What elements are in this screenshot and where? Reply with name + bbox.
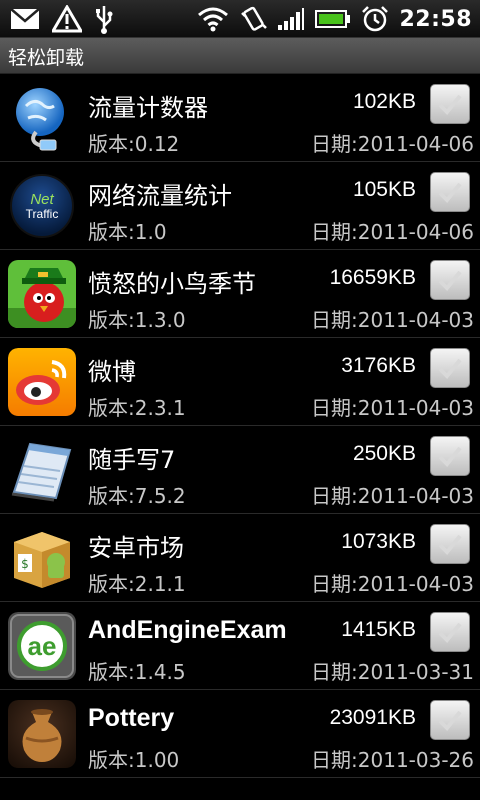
app-size: 105KB bbox=[352, 178, 416, 201]
svg-text:ae: ae bbox=[28, 631, 57, 661]
select-checkbox[interactable] bbox=[430, 524, 470, 564]
usb-icon bbox=[94, 4, 114, 34]
checkmark-icon bbox=[438, 622, 462, 643]
select-checkbox[interactable] bbox=[430, 436, 470, 476]
app-size: 3176KB bbox=[341, 354, 416, 377]
clock: 22:58 bbox=[399, 6, 472, 32]
page-title: 轻松卸载 bbox=[8, 47, 85, 69]
alarm-icon bbox=[361, 4, 389, 34]
checkmark-icon bbox=[438, 446, 462, 467]
app-date: 日期:2011-04-03 bbox=[311, 572, 474, 596]
globe-cable-icon bbox=[8, 84, 76, 152]
vibrate-icon bbox=[239, 4, 268, 34]
app-size: 102KB bbox=[352, 90, 416, 113]
app-version: 版本:0.12 bbox=[88, 132, 180, 156]
app-date: 日期:2011-04-06 bbox=[311, 220, 474, 244]
app-date: 日期:2011-04-06 bbox=[311, 132, 474, 156]
app-version: 版本:7.5.2 bbox=[88, 484, 186, 508]
svg-text:Net: Net bbox=[30, 191, 54, 208]
list-item[interactable]: 愤怒的小鸟季节 16659KB 版本:1.3.0 日期:2011-04-03 bbox=[0, 250, 480, 338]
svg-text:$: $ bbox=[21, 557, 29, 571]
checkmark-icon bbox=[438, 534, 462, 555]
app-name: 愤怒的小鸟季节 bbox=[88, 270, 256, 298]
select-checkbox[interactable] bbox=[430, 172, 470, 212]
app-size: 23091KB bbox=[329, 706, 416, 729]
list-item[interactable]: Net Traffic 网络流量统计 105KB 版本:1.0 日期:2011-… bbox=[0, 162, 480, 250]
list-item[interactable]: $ 安卓市场 1073KB 版本:2.1.1 日期:2011-04-03 bbox=[0, 514, 480, 602]
app-size: 1415KB bbox=[341, 618, 416, 641]
app-list[interactable]: 流量计数器 102KB 版本:0.12 日期:2011-04-06 Net Tr… bbox=[0, 74, 480, 800]
angry-bird-icon bbox=[8, 260, 76, 328]
app-version: 版本:1.3.0 bbox=[88, 308, 186, 332]
app-version: 版本:2.3.1 bbox=[88, 396, 186, 420]
app-size: 16659KB bbox=[329, 266, 416, 289]
app-version: 版本:1.0 bbox=[88, 220, 167, 244]
svg-text:Traffic: Traffic bbox=[26, 207, 59, 221]
checkmark-icon bbox=[438, 710, 462, 731]
title-bar: 轻松卸载 bbox=[0, 38, 480, 74]
app-name: 微博 bbox=[88, 358, 136, 386]
app-version: 版本:1.4.5 bbox=[88, 660, 186, 684]
list-item[interactable]: 微博 3176KB 版本:2.3.1 日期:2011-04-03 bbox=[0, 338, 480, 426]
app-size: 250KB bbox=[352, 442, 416, 465]
app-version: 版本:2.1.1 bbox=[88, 572, 186, 596]
market-box-icon: $ bbox=[8, 524, 76, 592]
notepad-icon bbox=[8, 436, 76, 504]
list-item[interactable]: ae AndEngineExam 1415KB 版本:1.4.5 日期:2011… bbox=[0, 602, 480, 690]
mail-icon bbox=[10, 4, 40, 34]
select-checkbox[interactable] bbox=[430, 84, 470, 124]
status-bar: 22:58 bbox=[0, 0, 480, 38]
weibo-icon bbox=[8, 348, 76, 416]
app-name: 安卓市场 bbox=[88, 534, 184, 562]
select-checkbox[interactable] bbox=[430, 612, 470, 652]
select-checkbox[interactable] bbox=[430, 348, 470, 388]
battery-icon bbox=[315, 4, 351, 34]
app-version: 版本:1.00 bbox=[88, 748, 180, 772]
app-name: Pottery bbox=[88, 704, 175, 732]
app-name: AndEngineExam bbox=[88, 616, 287, 644]
list-item[interactable]: 随手写7 250KB 版本:7.5.2 日期:2011-04-03 bbox=[0, 426, 480, 514]
list-item[interactable]: Pottery 23091KB 版本:1.00 日期:2011-03-26 bbox=[0, 690, 480, 778]
app-name: 流量计数器 bbox=[88, 94, 208, 122]
app-date: 日期:2011-03-26 bbox=[311, 748, 474, 772]
app-date: 日期:2011-04-03 bbox=[311, 396, 474, 420]
select-checkbox[interactable] bbox=[430, 260, 470, 300]
checkmark-icon bbox=[438, 94, 462, 115]
list-item[interactable]: 流量计数器 102KB 版本:0.12 日期:2011-04-06 bbox=[0, 74, 480, 162]
app-date: 日期:2011-03-31 bbox=[311, 660, 474, 684]
wifi-icon bbox=[197, 4, 229, 34]
andengine-icon: ae bbox=[8, 612, 76, 680]
checkmark-icon bbox=[438, 358, 462, 379]
signal-icon bbox=[277, 4, 305, 34]
app-size: 1073KB bbox=[341, 530, 416, 553]
net-traffic-icon: Net Traffic bbox=[8, 172, 76, 240]
app-name: 随手写7 bbox=[88, 446, 176, 474]
app-name: 网络流量统计 bbox=[88, 182, 232, 210]
app-date: 日期:2011-04-03 bbox=[311, 484, 474, 508]
checkmark-icon bbox=[438, 270, 462, 291]
warning-icon bbox=[52, 4, 82, 34]
pottery-vase-icon bbox=[8, 700, 76, 768]
app-date: 日期:2011-04-03 bbox=[311, 308, 474, 332]
select-checkbox[interactable] bbox=[430, 700, 470, 740]
checkmark-icon bbox=[438, 182, 462, 203]
